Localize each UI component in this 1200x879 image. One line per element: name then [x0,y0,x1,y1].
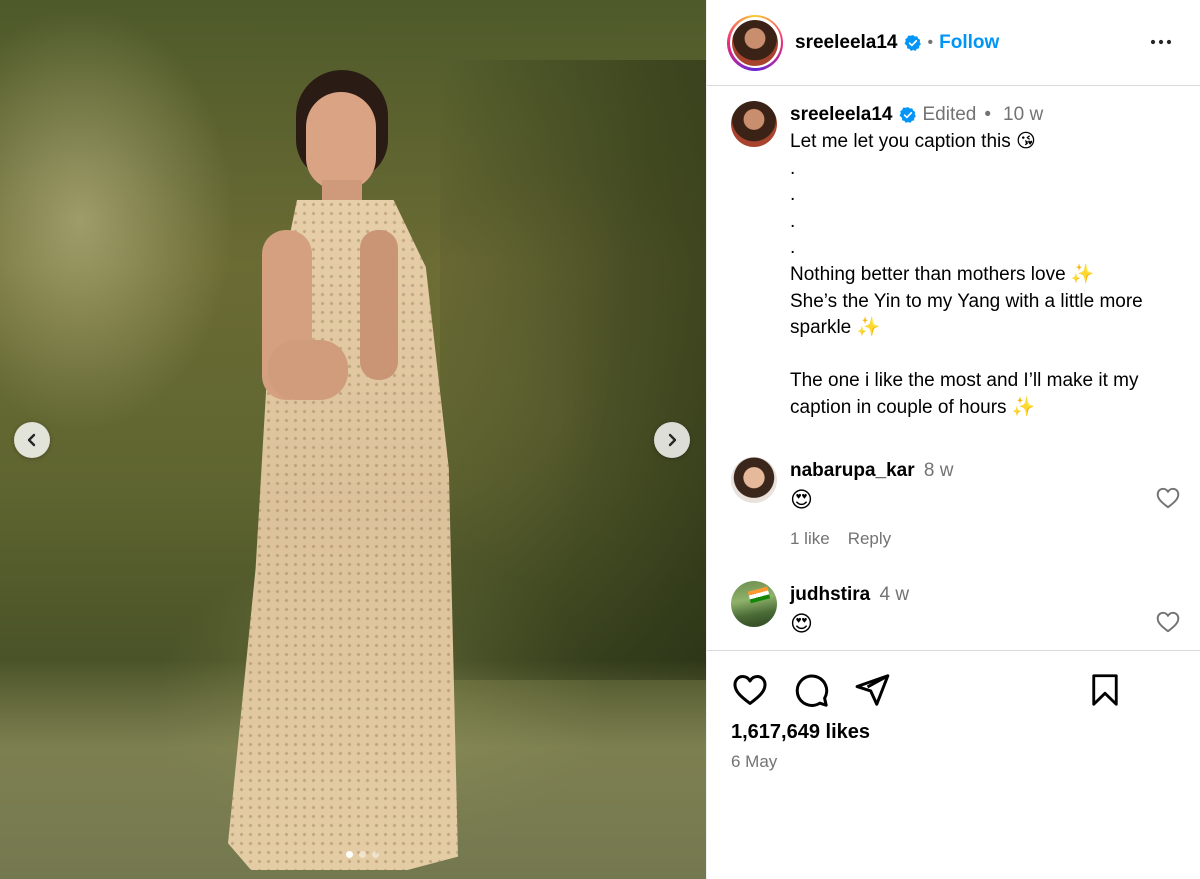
like-heart-icon[interactable] [731,671,769,709]
chevron-left-icon [27,433,36,447]
commenter-username[interactable]: nabarupa_kar [790,460,915,481]
comment-item: nabarupa_kar 8 w 😍 1 like Reply [731,457,1191,549]
share-send-icon[interactable] [853,671,891,709]
author-avatar[interactable] [732,19,778,66]
caption: sreeleela14 Edited • 10 w Let me let you… [731,101,1200,422]
commenter-avatar[interactable] [731,457,777,503]
comment-age[interactable]: 8 w [924,460,954,481]
verified-badge-icon [904,34,921,51]
figure-hands [268,340,348,400]
carousel-dot [372,851,379,858]
carousel-prev-button[interactable] [14,422,50,458]
comment-age[interactable]: 4 w [880,584,910,605]
commenter-avatar[interactable] [731,581,777,627]
carousel-indicator [346,851,379,858]
author-username[interactable]: sreeleela14 [795,32,898,54]
meta-separator: • [984,104,992,125]
image-shadow [440,60,706,680]
comments-scroll-area[interactable]: sreeleela14 Edited • 10 w Let me let you… [707,87,1200,650]
caption-username[interactable]: sreeleela14 [790,101,893,129]
post-date[interactable]: 6 May [731,752,777,772]
caption-age[interactable]: 10 w [1003,101,1043,129]
post-image [0,0,706,879]
chevron-right-icon [668,433,677,447]
heart-icon[interactable] [1155,609,1181,635]
bookmark-icon[interactable] [1087,671,1123,709]
caption-author-avatar[interactable] [731,101,777,147]
post-action-bar: 1,617,649 likes 6 May [707,650,1200,879]
comment-reply-button[interactable]: Reply [848,529,891,549]
more-options-icon[interactable] [1149,30,1173,54]
likes-count[interactable]: 1,617,649 likes [731,721,870,744]
edited-label: Edited [922,104,977,125]
header-separator: • [927,33,934,51]
heart-icon[interactable] [1155,485,1181,511]
follow-button[interactable]: Follow [939,32,999,54]
figure-arm-right [360,230,398,380]
comment-bubble-icon[interactable] [792,671,830,709]
comment-item: judhstira 4 w 😍 [731,581,1191,639]
verified-badge-icon [899,107,916,123]
comment-like-count[interactable]: 1 like [790,529,830,549]
carousel-dot [346,851,353,858]
figure-face [306,92,376,190]
author-avatar-ring[interactable] [727,14,783,71]
carousel-next-button[interactable] [654,422,690,458]
comment-text: 😍 [790,611,813,636]
comment-text: 😍 [790,487,813,512]
post-header: sreeleela14 • Follow [707,0,1200,86]
carousel-dot [359,851,366,858]
commenter-username[interactable]: judhstira [790,584,870,605]
caption-text: Let me let you caption this 😘 . . . . No… [790,131,1143,418]
post-side-panel: sreeleela14 • Follow sreeleela14 Edited … [706,0,1200,879]
